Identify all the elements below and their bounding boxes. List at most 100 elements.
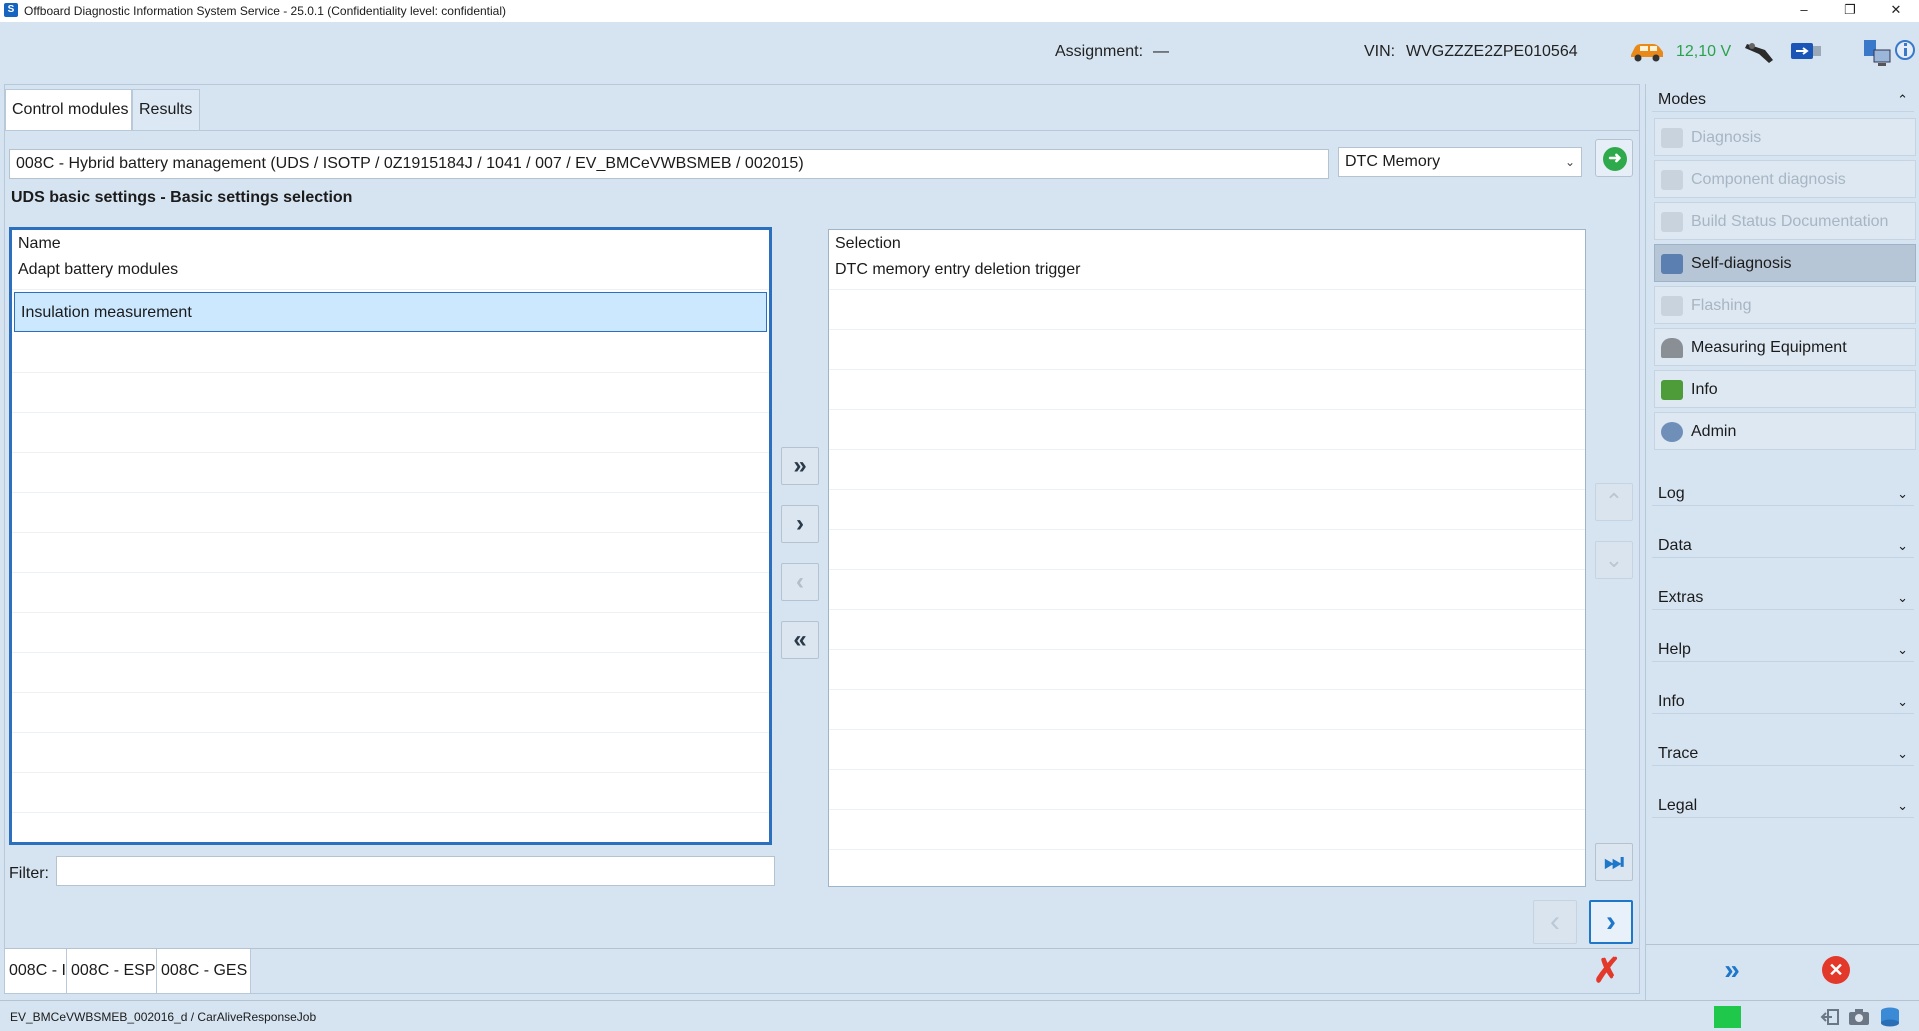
car-icon <box>1628 38 1666 64</box>
self-diagnosis-icon <box>1661 254 1683 274</box>
tab-results[interactable]: Results <box>132 89 200 131</box>
green-arrow-icon: ➜ <box>1603 147 1627 171</box>
restore-button[interactable]: ❐ <box>1827 0 1873 22</box>
list-item[interactable]: Adapt battery modules <box>12 250 769 290</box>
selected-settings-list[interactable]: Selection DTC memory entry deletion trig… <box>828 229 1586 887</box>
add-button[interactable]: › <box>781 505 819 543</box>
vin-label: VIN: <box>1364 43 1396 60</box>
chevron-down-icon: ⌄ <box>1897 694 1908 709</box>
empty-row <box>12 733 769 773</box>
mode-diagnosis[interactable]: Diagnosis <box>1654 118 1916 156</box>
minimize-button[interactable]: – <box>1781 0 1827 22</box>
move-down-button[interactable]: ⌄ <box>1595 541 1633 579</box>
exit-icon[interactable] <box>1820 1008 1840 1026</box>
available-settings-list[interactable]: Name Adapt battery modules Insulation me… <box>9 227 772 845</box>
section-label: Help <box>1658 641 1691 658</box>
empty-row <box>829 330 1585 370</box>
mode-component-diagnosis[interactable]: Component diagnosis <box>1654 160 1916 198</box>
cancel-icon[interactable]: ✗ <box>1590 954 1624 988</box>
mode-label: Component diagnosis <box>1691 171 1846 188</box>
control-module-field[interactable]: 008C - Hybrid battery management (UDS / … <box>9 149 1329 179</box>
mode-measuring-equipment[interactable]: Measuring Equipment <box>1654 328 1916 366</box>
admin-gear-icon <box>1661 422 1683 442</box>
section-help[interactable]: Help ⌄ <box>1652 638 1914 662</box>
back-button[interactable]: ‹ <box>1533 900 1577 944</box>
mode-build-status[interactable]: Build Status Documentation <box>1654 202 1916 240</box>
section-log[interactable]: Log ⌄ <box>1652 482 1914 506</box>
go-button[interactable]: ➜ <box>1595 139 1633 177</box>
dtc-memory-select[interactable]: DTC Memory ⌄ <box>1338 147 1582 177</box>
section-label: Info <box>1658 693 1685 710</box>
empty-row <box>829 530 1585 570</box>
empty-row <box>12 413 769 453</box>
list-item-selected[interactable]: Insulation measurement <box>14 292 767 332</box>
module-tabs-bar: 008C - ID 008C - ESP 008C - GES ✗ <box>5 948 1639 993</box>
remove-all-button[interactable]: « <box>781 621 819 659</box>
empty-row <box>12 693 769 733</box>
skip-to-end-button[interactable]: ⏭ <box>1595 843 1633 881</box>
add-all-button[interactable]: » <box>781 447 819 485</box>
section-info[interactable]: Info ⌄ <box>1652 690 1914 714</box>
mode-self-diagnosis[interactable]: Self-diagnosis <box>1654 244 1916 282</box>
section-data[interactable]: Data ⌄ <box>1652 534 1914 558</box>
network-icon[interactable] <box>1860 36 1894 70</box>
mode-label: Measuring Equipment <box>1691 339 1847 356</box>
tab-008c-ges[interactable]: 008C - GES <box>157 949 251 993</box>
mode-admin[interactable]: Admin <box>1654 412 1916 450</box>
assignment-label: Assignment: <box>1055 43 1144 60</box>
info-icon[interactable] <box>1893 36 1919 66</box>
filter-input[interactable] <box>56 856 775 886</box>
empty-row <box>829 690 1585 730</box>
tab-control-modules[interactable]: Control modules <box>5 89 132 131</box>
status-text: EV_BMCeVWBSMEB_002016_d / CarAliveRespon… <box>10 1010 317 1024</box>
empty-row <box>829 290 1585 330</box>
mode-label: Flashing <box>1691 297 1752 314</box>
empty-row <box>829 730 1585 770</box>
close-circle-icon[interactable]: ✕ <box>1822 956 1850 984</box>
sidebar: Modes ⌃ Diagnosis Component diagnosis Bu… <box>1645 84 1919 1000</box>
empty-row <box>829 610 1585 650</box>
main-panel: Control modules Results 008C - Hybrid ba… <box>4 84 1640 994</box>
voltage-readout: 12,10 V <box>1676 43 1732 60</box>
empty-row <box>12 493 769 533</box>
remove-button[interactable]: ‹ <box>781 563 819 601</box>
section-label: Trace <box>1658 745 1699 762</box>
assignment-value: — <box>1153 43 1169 60</box>
list-item[interactable]: DTC memory entry deletion trigger <box>829 250 1585 290</box>
books-icon <box>1661 380 1683 400</box>
tab-008c-id[interactable]: 008C - ID <box>5 949 77 993</box>
camera-icon[interactable] <box>1848 1008 1870 1026</box>
next-button[interactable]: › <box>1589 900 1633 944</box>
usb-icon <box>1789 39 1823 63</box>
app-icon: S <box>4 3 18 17</box>
modes-header[interactable]: Modes ⌃ <box>1652 88 1914 112</box>
empty-row <box>829 810 1585 850</box>
section-legal[interactable]: Legal ⌄ <box>1652 794 1914 818</box>
forward-icon[interactable]: » <box>1712 950 1752 990</box>
database-icon[interactable] <box>1878 1006 1902 1028</box>
chevron-down-icon: ⌄ <box>1897 590 1908 605</box>
empty-row <box>829 570 1585 610</box>
empty-row <box>829 450 1585 490</box>
document-icon <box>1661 212 1683 232</box>
chevron-down-icon: ⌄ <box>1897 538 1908 553</box>
mode-label: Diagnosis <box>1691 129 1762 146</box>
section-trace[interactable]: Trace ⌄ <box>1652 742 1914 766</box>
mode-info[interactable]: Info <box>1654 370 1916 408</box>
empty-row <box>829 650 1585 690</box>
close-window-button[interactable]: ✕ <box>1873 0 1919 22</box>
mode-flashing[interactable]: Flashing <box>1654 286 1916 324</box>
tab-divider <box>5 130 1639 131</box>
diagnosis-icon <box>1661 128 1683 148</box>
vci-icon <box>1743 38 1779 66</box>
header-bar: Assignment: — VIN: WVGZZZE2ZPE010564 12,… <box>0 22 1919 84</box>
mode-label: Build Status Documentation <box>1691 213 1889 230</box>
tab-008c-esp[interactable]: 008C - ESP <box>67 949 157 993</box>
empty-row <box>12 373 769 413</box>
empty-row <box>829 770 1585 810</box>
filter-label: Filter: <box>9 865 49 882</box>
move-up-button[interactable]: ⌃ <box>1595 483 1633 521</box>
section-extras[interactable]: Extras ⌄ <box>1652 586 1914 610</box>
mode-label: Self-diagnosis <box>1691 255 1792 272</box>
flashing-icon <box>1661 296 1683 316</box>
